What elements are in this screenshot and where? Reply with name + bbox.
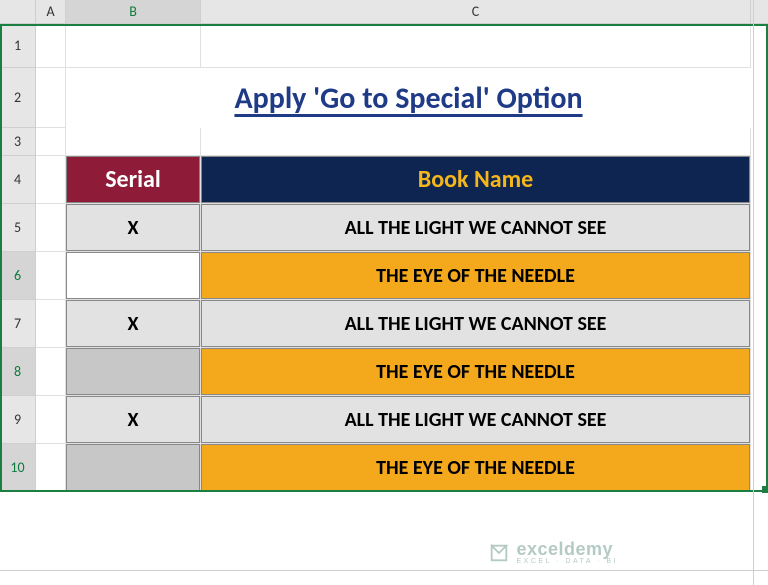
cell-A3[interactable] [36,128,66,156]
cell-A4[interactable] [36,156,66,204]
row-header-2[interactable]: 2 [0,68,36,128]
serial-6 [66,252,200,299]
row-header-4[interactable]: 4 [0,156,36,204]
row-header-1[interactable]: 1 [0,24,36,68]
cell-C3[interactable] [201,128,751,156]
watermark: exceldemy EXCEL · DATA · BI [488,540,619,565]
cell-B5[interactable]: X [66,204,201,252]
book-5: ALL THE LIGHT WE CANNOT SEE [201,204,750,251]
row-header-9[interactable]: 9 [0,396,36,444]
cell-A10[interactable] [36,444,66,492]
cell-B6[interactable] [66,252,201,300]
cell-A8[interactable] [36,348,66,396]
serial-7: X [66,300,200,347]
row-8: 8 THE EYE OF THE NEEDLE [0,348,768,396]
col-C[interactable]: C [201,0,751,23]
cell-A2[interactable] [36,68,66,128]
logo-icon [488,542,510,564]
col-A[interactable]: A [36,0,66,23]
grid-edge-right [753,0,754,585]
row-header-3[interactable]: 3 [0,128,36,156]
row-header-8[interactable]: 8 [0,348,36,396]
serial-8 [66,348,200,395]
select-all-corner[interactable] [0,0,36,23]
row-5: 5 X ALL THE LIGHT WE CANNOT SEE [0,204,768,252]
row-header-5[interactable]: 5 [0,204,36,252]
cell-C5[interactable]: ALL THE LIGHT WE CANNOT SEE [201,204,751,252]
cell-B10[interactable] [66,444,201,492]
cell-B9[interactable]: X [66,396,201,444]
spreadsheet: A B C 1 2 Apply 'Go to Special' Option 3… [0,0,768,585]
row-4: 4 Serial Book Name [0,156,768,204]
serial-9: X [66,396,200,443]
row-area: 1 2 Apply 'Go to Special' Option 3 4 Ser… [0,24,768,492]
book-6: THE EYE OF THE NEEDLE [201,252,750,299]
row-header-7[interactable]: 7 [0,300,36,348]
row-7: 7 X ALL THE LIGHT WE CANNOT SEE [0,300,768,348]
col-B[interactable]: B [66,0,201,23]
row-3: 3 [0,128,768,156]
row-header-10[interactable]: 10 [0,444,36,492]
column-headers: A B C [0,0,768,24]
serial-5: X [66,204,200,251]
cell-C6[interactable]: THE EYE OF THE NEEDLE [201,252,751,300]
cell-A7[interactable] [36,300,66,348]
cell-B8[interactable] [66,348,201,396]
grid-edge-bottom [0,570,768,571]
header-book: Book Name [201,156,750,203]
cell-C4[interactable]: Book Name [201,156,751,204]
book-7: ALL THE LIGHT WE CANNOT SEE [201,300,750,347]
cell-B1[interactable] [66,24,201,68]
cell-C10[interactable]: THE EYE OF THE NEEDLE [201,444,751,492]
cell-A9[interactable] [36,396,66,444]
row-1: 1 [0,24,768,68]
header-serial: Serial [66,156,200,203]
cell-A6[interactable] [36,252,66,300]
cell-C1[interactable] [201,24,751,68]
cell-B3[interactable] [66,128,201,156]
row-10: 10 THE EYE OF THE NEEDLE [0,444,768,492]
cell-A5[interactable] [36,204,66,252]
serial-10 [66,444,200,491]
cell-C9[interactable]: ALL THE LIGHT WE CANNOT SEE [201,396,751,444]
row-9: 9 X ALL THE LIGHT WE CANNOT SEE [0,396,768,444]
cell-C8[interactable]: THE EYE OF THE NEEDLE [201,348,751,396]
book-9: ALL THE LIGHT WE CANNOT SEE [201,396,750,443]
book-8: THE EYE OF THE NEEDLE [201,348,750,395]
cell-B4[interactable]: Serial [66,156,201,204]
cell-C7[interactable]: ALL THE LIGHT WE CANNOT SEE [201,300,751,348]
row-2: 2 Apply 'Go to Special' Option [0,68,768,128]
page-title: Apply 'Go to Special' Option [234,80,582,117]
title-cell[interactable]: Apply 'Go to Special' Option [66,68,751,128]
row-6: 6 THE EYE OF THE NEEDLE [0,252,768,300]
cell-A1[interactable] [36,24,66,68]
row-header-6[interactable]: 6 [0,252,36,300]
cell-B7[interactable]: X [66,300,201,348]
watermark-main: exceldemy [517,540,619,558]
watermark-sub: EXCEL · DATA · BI [517,558,619,565]
book-10: THE EYE OF THE NEEDLE [201,444,750,491]
